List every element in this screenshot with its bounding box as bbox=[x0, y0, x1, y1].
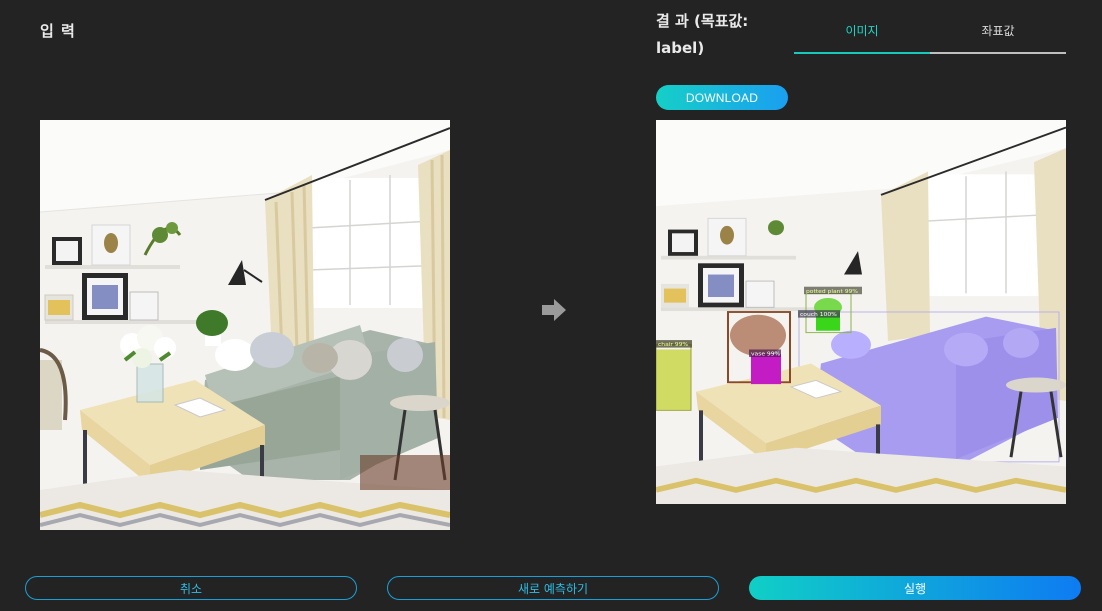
label-vase: vase 99% bbox=[751, 352, 781, 358]
result-image: potted plant 99% couch 100% vase 99% cha… bbox=[656, 120, 1066, 504]
label-potted-plant: potted plant 99% bbox=[806, 289, 859, 295]
label-chair: chair 99% bbox=[658, 342, 689, 348]
tab-coordinates[interactable]: 좌표값 bbox=[930, 14, 1066, 54]
input-image bbox=[40, 120, 450, 530]
result-photo: potted plant 99% couch 100% vase 99% cha… bbox=[656, 120, 1066, 504]
new-predict-button[interactable]: 새로 예측하기 bbox=[387, 576, 719, 600]
result-title: 결 과 (목표값: label) bbox=[656, 12, 749, 57]
arrow-right-icon bbox=[542, 299, 566, 321]
run-button[interactable]: 실행 bbox=[749, 576, 1081, 600]
result-tabs: 이미지 좌표값 bbox=[794, 14, 1066, 54]
label-couch: couch 100% bbox=[800, 312, 837, 318]
download-button[interactable]: DOWNLOAD bbox=[656, 85, 788, 110]
tab-image[interactable]: 이미지 bbox=[794, 14, 930, 54]
input-title: 입 력 bbox=[40, 22, 76, 40]
cancel-button[interactable]: 취소 bbox=[25, 576, 357, 600]
living-room-photo bbox=[40, 120, 450, 530]
